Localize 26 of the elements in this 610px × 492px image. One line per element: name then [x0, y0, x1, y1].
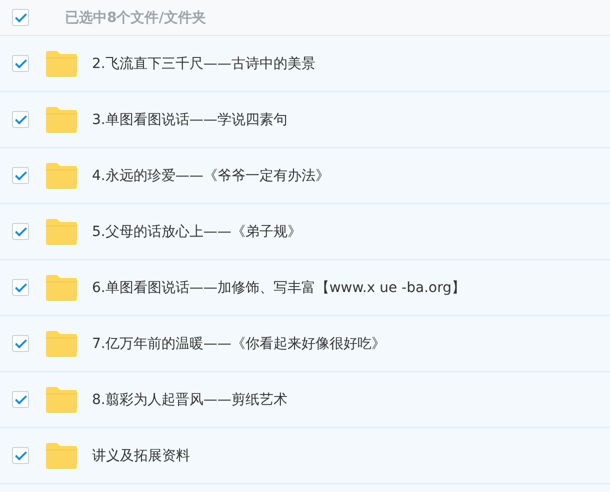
folder-icon — [44, 106, 78, 134]
checkbox[interactable] — [12, 335, 29, 352]
checkbox[interactable] — [12, 55, 29, 72]
folder-name[interactable]: 4.永远的珍爱——《爷爷一定有办法》 — [92, 166, 330, 184]
checkbox[interactable] — [12, 223, 29, 240]
selection-count: 已选中8个文件/文件夹 — [65, 8, 206, 26]
folder-name[interactable]: 6.单图看图说话——加修饰、写丰富【www.x ue -ba.org】 — [92, 278, 466, 296]
folder-name[interactable]: 2.飞流直下三千尺——古诗中的美景 — [92, 54, 316, 72]
folder-icon — [44, 442, 78, 470]
folder-name[interactable]: 3.单图看图说话——学说四素句 — [92, 110, 288, 128]
folder-icon — [44, 330, 78, 358]
checkbox[interactable] — [12, 279, 29, 296]
folder-name[interactable]: 7.亿万年前的温暖——《你看起来好像很好吃》 — [92, 334, 386, 352]
folder-icon — [44, 218, 78, 246]
checkbox[interactable] — [12, 167, 29, 184]
folder-name[interactable]: 5.父母的话放心上——《弟子规》 — [92, 222, 302, 240]
checkbox[interactable] — [12, 391, 29, 408]
folder-icon — [44, 50, 78, 78]
checkbox[interactable] — [12, 447, 29, 464]
folder-icon — [44, 162, 78, 190]
folder-icon — [44, 386, 78, 414]
checkbox[interactable] — [12, 111, 29, 128]
folder-name[interactable]: 讲义及拓展资料 — [92, 446, 190, 464]
folder-name[interactable]: 8.翦彩为人起晋风——剪纸艺术 — [92, 390, 288, 408]
checkbox[interactable] — [12, 9, 29, 26]
folder-icon — [44, 274, 78, 302]
